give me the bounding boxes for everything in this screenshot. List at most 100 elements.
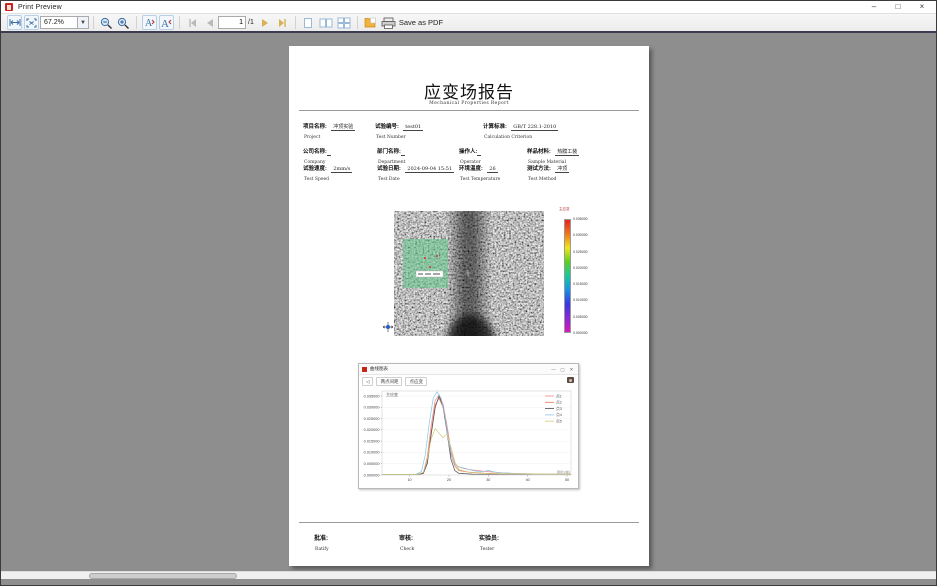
signature-tester: 实验员: Tester [479, 527, 499, 552]
field-calculation-criterion: 计算标准: GB/T 228.1-2010 Calculation Criter… [483, 115, 558, 140]
signature-label: 实验员: [479, 536, 499, 542]
chart-window-title: 曲线图表 [370, 366, 388, 372]
field-test-date: 试验日期: 2024-09-04 15:51 Test Date [377, 157, 454, 182]
zoom-out-button[interactable] [99, 15, 114, 30]
font-decrease-button[interactable]: A [142, 15, 157, 30]
field-sublabel: Calculation Criterion [484, 135, 558, 140]
folder-icon [364, 17, 377, 28]
two-page-layout-icon [319, 17, 333, 29]
font-decrease-icon: A [144, 17, 155, 28]
prev-page-button[interactable] [202, 15, 217, 30]
field-value: 冲顶实验 [331, 124, 355, 131]
colorbar-tick: 0.015000 [573, 282, 588, 286]
field-label: 样品材料: [527, 149, 551, 155]
field-sublabel: Test Temperature [460, 177, 500, 182]
chart-export-icon [567, 377, 574, 383]
last-page-button[interactable] [275, 15, 290, 30]
report-subtitle: Mechanical Properties Report [289, 101, 649, 106]
title-bar: Print Preview – □ × [1, 1, 936, 13]
chart-tab-strain: 点应变 [405, 377, 427, 386]
svg-text:0.010000: 0.010000 [364, 451, 380, 455]
zoom-out-icon [100, 17, 113, 29]
signature-sublabel: Ratify [315, 547, 329, 552]
field-sublabel: Test Date [378, 177, 454, 182]
roi-label [416, 271, 443, 277]
printer-icon [381, 17, 396, 29]
svg-text:0.020000: 0.020000 [364, 428, 380, 432]
svg-text:0.025000: 0.025000 [364, 417, 380, 421]
svg-text:0.035000: 0.035000 [364, 394, 380, 398]
field-value [401, 149, 405, 156]
field-sublabel: Project [304, 135, 355, 140]
zoom-dropdown-button[interactable]: ▼ [78, 16, 89, 29]
minimize-button[interactable]: – [862, 1, 886, 13]
roi-marker [424, 257, 426, 259]
chart-app-icon [362, 367, 367, 372]
field-label: 试验速度: [303, 166, 327, 172]
chart-window-image: 曲线图表 — ▢ ✕ ◁ 两点间距 点应变 0.0350000.0300000.… [358, 363, 579, 489]
colorbar-ticks: 0.035000 0.030000 0.025000 0.020000 0.01… [573, 217, 588, 335]
colorbar-tick: 0.020000 [573, 266, 588, 270]
svg-text:点1: 点1 [556, 393, 562, 398]
svg-text:A: A [161, 18, 169, 28]
svg-text:40: 40 [526, 478, 530, 482]
field-project: 项目名称: 冲顶实验 Project [303, 115, 355, 140]
save-as-pdf-button[interactable]: Save as PDF [381, 17, 443, 29]
save-as-pdf-label: Save as PDF [399, 18, 443, 27]
report-title: 应变场报告 [289, 78, 649, 103]
fit-width-icon [9, 18, 21, 27]
print-preview-window: Print Preview – □ × 67.2% ▼ A A [0, 0, 937, 586]
chart-back-button: ◁ [362, 377, 373, 386]
svg-text:点5: 点5 [556, 419, 562, 424]
colorbar-tick: 0.000000 [573, 331, 588, 335]
window-title: Print Preview [18, 4, 62, 11]
fit-page-button[interactable] [24, 15, 39, 30]
prev-page-icon [204, 18, 215, 28]
field-value: 2mm/s [331, 166, 352, 173]
colorbar-tick: 0.035000 [573, 217, 588, 221]
last-page-icon [277, 18, 288, 28]
speckle-image [394, 211, 544, 336]
field-test-temperature: 环境温度: 26 Test Temperature [459, 157, 500, 182]
chart-title-bar: 曲线图表 — ▢ ✕ [359, 364, 578, 375]
single-page-layout-button[interactable] [301, 15, 316, 30]
field-value: test01 [403, 124, 423, 131]
field-value: 2024-09-04 15:51 [405, 166, 454, 173]
zoom-in-button[interactable] [116, 15, 131, 30]
first-page-button[interactable] [185, 15, 200, 30]
signature-label: 审核: [399, 536, 413, 542]
two-page-layout-button[interactable] [318, 15, 334, 30]
colorbar-tick: 0.030000 [573, 233, 588, 237]
zoom-level-input[interactable]: 67.2% [40, 16, 78, 29]
svg-text:0.000000: 0.000000 [364, 473, 380, 477]
open-file-button[interactable] [363, 15, 378, 30]
colorbar-title: 主应变 [559, 207, 570, 212]
scrollbar-thumb[interactable] [89, 573, 237, 579]
multi-page-layout-button[interactable] [336, 15, 352, 30]
footer-divider [299, 522, 639, 523]
field-sublabel: Test Method [528, 177, 569, 182]
page-number-input[interactable] [218, 16, 246, 29]
field-label: 项目名称: [303, 124, 327, 130]
field-label: 试验日期: [377, 166, 401, 172]
signature-sublabel: Check [400, 547, 414, 552]
field-label: 试验编号: [375, 124, 399, 130]
maximize-button[interactable]: □ [886, 1, 910, 13]
fit-width-button[interactable] [7, 15, 22, 30]
next-page-button[interactable] [258, 15, 273, 30]
strain-line-chart: 0.0350000.0300000.0250000.0200000.015000… [359, 388, 580, 490]
horizontal-scrollbar[interactable] [1, 571, 936, 579]
roi-marker [436, 255, 438, 257]
svg-text:0.015000: 0.015000 [364, 439, 380, 443]
signature-sublabel: Tester [480, 547, 499, 552]
svg-text:50: 50 [565, 478, 569, 482]
first-page-icon [187, 18, 198, 28]
chart-maximize-icon: ▢ [558, 367, 567, 373]
svg-text:0.005000: 0.005000 [364, 462, 380, 466]
chart-minimize-icon: — [549, 367, 558, 372]
field-sublabel: Test Number [376, 135, 423, 140]
font-increase-button[interactable]: A [159, 15, 174, 30]
field-label: 公司名称: [303, 149, 327, 155]
field-sublabel: Test Speed [304, 177, 352, 182]
close-button[interactable]: × [910, 1, 934, 13]
